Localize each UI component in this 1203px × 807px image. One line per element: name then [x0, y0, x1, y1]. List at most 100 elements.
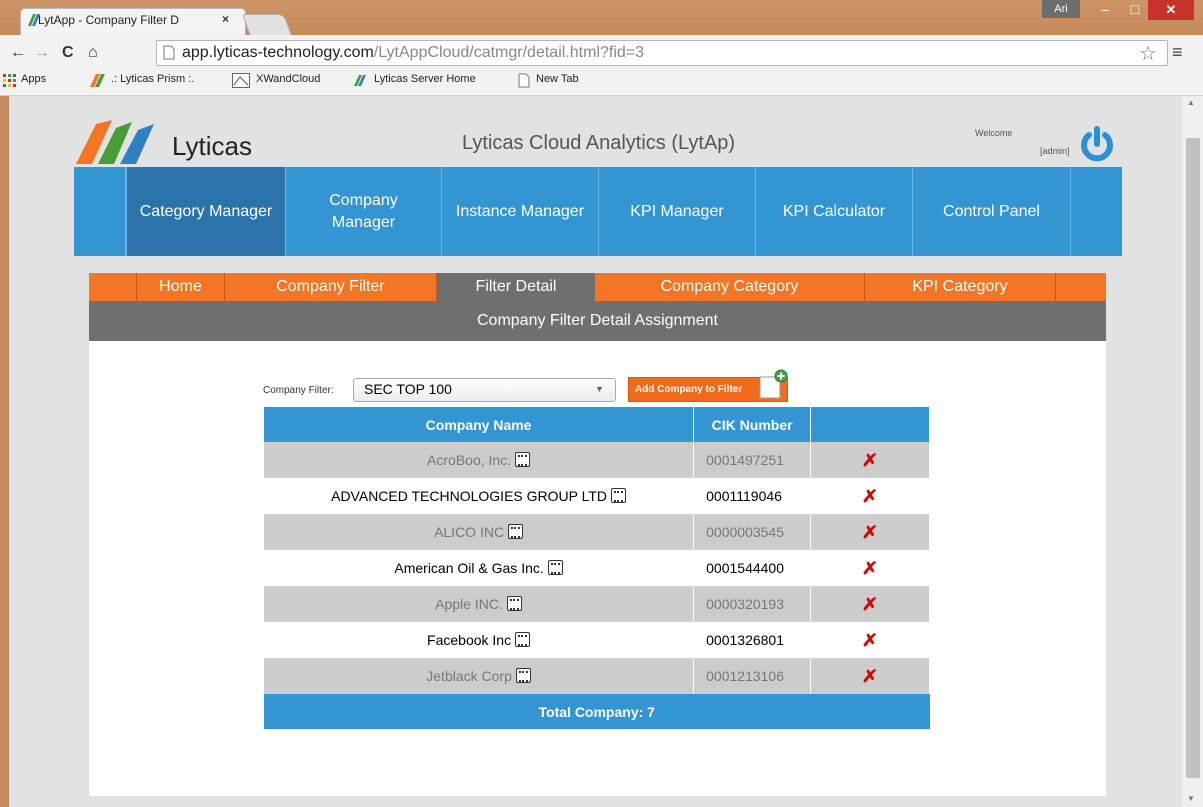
- company-name-cell: AcroBoo, Inc.: [264, 442, 695, 478]
- logo-text: Lyticas: [172, 131, 252, 161]
- delete-icon[interactable]: ✗: [862, 593, 879, 614]
- table-row: Jetblack Corp 0001213106 ✗: [264, 658, 930, 694]
- nav-kpi-calculator[interactable]: KPI Calculator: [756, 167, 913, 256]
- bookmark-lyticas-prism[interactable]: .: Lyticas Prism :.: [111, 73, 194, 85]
- company-table: Company Name CIK Number AcroBoo, Inc. 00…: [264, 407, 930, 729]
- table-header-row: Company Name CIK Number: [264, 407, 930, 442]
- scroll-up-icon[interactable]: ▲: [1187, 98, 1195, 107]
- company-name: American Oil & Gas Inc.: [394, 560, 544, 576]
- delete-icon[interactable]: ✗: [862, 449, 879, 470]
- company-name: Jetblack Corp: [426, 668, 512, 684]
- url-text: app.lyticas-technology.com/LytAppCloud/c…: [182, 44, 645, 61]
- table-row: ALICO INC 0000003545 ✗: [264, 514, 930, 550]
- list-detail-icon[interactable]: [515, 452, 531, 467]
- list-detail-icon[interactable]: [508, 524, 524, 539]
- app-title: Lyticas Cloud Analytics (LytAp): [462, 132, 736, 154]
- company-name-cell: Apple INC.: [264, 586, 695, 622]
- cik-number: 0000003545: [693, 514, 812, 550]
- company-name: ALICO INC: [434, 524, 505, 540]
- company-name-cell: ALICO INC: [264, 514, 695, 550]
- subnav-company-filter[interactable]: Company Filter: [225, 273, 437, 301]
- lyticas-icon: [354, 75, 366, 86]
- bookmark-star-icon[interactable]: ☆: [1139, 41, 1157, 66]
- bookmark-lyticas-server-home[interactable]: Lyticas Server Home: [374, 73, 476, 85]
- subnav-company-category[interactable]: Company Category: [595, 273, 865, 301]
- lyticas-icon: [90, 74, 105, 87]
- cik-number: 0001326801: [693, 622, 812, 658]
- cik-number: 0000320193: [693, 586, 812, 622]
- delete-cell: ✗: [810, 550, 930, 586]
- list-detail-icon[interactable]: [515, 632, 531, 647]
- power-icon[interactable]: [1078, 126, 1116, 162]
- delete-icon[interactable]: ✗: [862, 665, 879, 686]
- nav-kpi-manager[interactable]: KPI Manager: [599, 167, 756, 256]
- list-detail-icon[interactable]: [611, 488, 627, 503]
- chevron-down-icon: ▼: [595, 384, 604, 394]
- forward-icon[interactable]: →: [34, 44, 50, 62]
- company-name-cell: ADVANCED TECHNOLOGIES GROUP LTD: [264, 478, 695, 514]
- delete-icon[interactable]: ✗: [862, 557, 879, 578]
- subnav-kpi-category[interactable]: KPI Category: [865, 273, 1056, 301]
- nav-category-manager[interactable]: Category Manager: [126, 167, 286, 256]
- page-icon: [518, 73, 530, 88]
- company-filter-value: SEC TOP 100: [364, 381, 452, 397]
- reload-icon[interactable]: C: [62, 44, 74, 62]
- company-name-cell: Jetblack Corp: [264, 658, 695, 694]
- subnav-home[interactable]: Home: [137, 273, 225, 301]
- list-detail-icon[interactable]: [515, 668, 531, 683]
- table-row: AcroBoo, Inc. 0001497251 ✗: [264, 442, 930, 478]
- username: [admin]: [1040, 146, 1070, 156]
- home-icon[interactable]: ⌂: [88, 44, 98, 62]
- delete-icon[interactable]: ✗: [862, 485, 879, 506]
- profile-button[interactable]: Ari: [1042, 0, 1080, 18]
- delete-icon[interactable]: ✗: [862, 521, 879, 542]
- page-icon: [163, 45, 175, 60]
- table-footer-row: Total Company: 7: [264, 694, 930, 729]
- tab-title: LytApp - Company Filter D: [38, 13, 179, 27]
- nav-instance-manager[interactable]: Instance Manager: [442, 167, 599, 256]
- subnav-filter-detail[interactable]: Filter Detail: [437, 273, 595, 301]
- menu-icon[interactable]: ≡: [1172, 42, 1183, 63]
- cik-number: 0001544400: [693, 550, 812, 586]
- company-name-cell: American Oil & Gas Inc.: [264, 550, 695, 586]
- sub-nav-spacer: [89, 273, 137, 301]
- scrollbar-thumb[interactable]: [1186, 138, 1200, 778]
- company-name: AcroBoo, Inc.: [427, 452, 512, 468]
- delete-cell: ✗: [810, 514, 930, 550]
- header-cik-number[interactable]: CIK Number: [693, 407, 812, 442]
- delete-cell: ✗: [810, 442, 930, 478]
- company-name-cell: Facebook Inc: [264, 622, 695, 658]
- total-company-count: Total Company: 7: [264, 694, 930, 729]
- minimize-icon[interactable]: –: [1090, 0, 1120, 20]
- delete-icon[interactable]: ✗: [862, 629, 879, 650]
- bookmark-xwandcloud[interactable]: XWandCloud: [256, 73, 320, 85]
- table-row: Facebook Inc 0001326801 ✗: [264, 622, 930, 658]
- list-detail-icon[interactable]: [506, 596, 522, 611]
- delete-cell: ✗: [810, 586, 930, 622]
- delete-cell: ✗: [810, 658, 930, 694]
- nav-company-manager[interactable]: Company Manager: [286, 167, 442, 256]
- nav-control-panel[interactable]: Control Panel: [913, 167, 1071, 256]
- bookmark-new-tab[interactable]: New Tab: [536, 73, 579, 85]
- add-document-icon[interactable]: [758, 369, 788, 399]
- new-tab-button[interactable]: [241, 14, 293, 36]
- cik-number: 0001213106: [693, 658, 812, 694]
- header-actions: [810, 407, 930, 442]
- company-name: Apple INC.: [435, 596, 503, 612]
- tab-close-icon[interactable]: ×: [222, 12, 229, 26]
- cik-number: 0001119046: [693, 478, 812, 514]
- lyticas-logo: [76, 120, 154, 164]
- delete-cell: ✗: [810, 622, 930, 658]
- list-detail-icon[interactable]: [547, 560, 563, 575]
- table-row: American Oil & Gas Inc. 0001544400 ✗: [264, 550, 930, 586]
- header-company-name[interactable]: Company Name: [264, 407, 695, 442]
- maximize-icon[interactable]: □: [1120, 0, 1150, 20]
- section-title: Company Filter Detail Assignment: [89, 301, 1106, 341]
- scroll-down-icon[interactable]: ▼: [1187, 794, 1195, 803]
- company-filter-label: Company Filter:: [263, 385, 334, 396]
- cik-number: 0001497251: [693, 442, 812, 478]
- table-row: Apple INC. 0000320193 ✗: [264, 586, 930, 622]
- back-icon[interactable]: ←: [10, 44, 26, 62]
- bookmark-apps[interactable]: Apps: [21, 73, 46, 85]
- close-window-icon[interactable]: ✕: [1148, 0, 1194, 20]
